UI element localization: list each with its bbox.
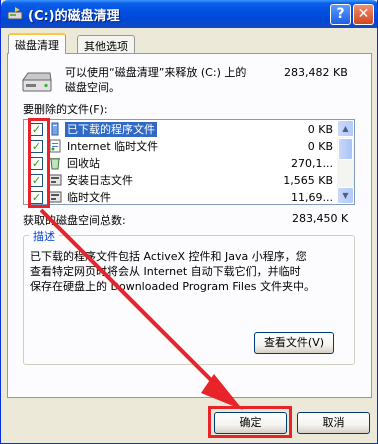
disk-cleanup-icon [7,7,23,20]
list-item[interactable]: ✓ 已下载的程序文件 0 KB [24,121,337,138]
item-size: 270,1... [291,157,333,170]
list-item[interactable]: ✓ 回收站 270,1... [24,155,337,172]
recycle-bin-icon [50,158,60,170]
scroll-thumb[interactable] [338,138,353,160]
window-title: (C:)的磁盘清理 [28,9,120,24]
setup-log-icon [48,174,62,186]
description-title: 描述 [29,228,59,244]
view-files-button[interactable]: 查看文件(V) [254,332,334,354]
folder-icon [51,122,59,136]
item-size: 0 KB [307,140,333,153]
disk-cleanup-window: (C:)的磁盘清理 ? ✕ 磁盘清理 其他选项 可以使用“磁盘清理”来释放 (C… [0,0,378,444]
item-size: 11,69... [291,191,333,204]
scroll-down-button[interactable]: ▼ [337,187,354,204]
help-button[interactable]: ? [330,4,351,25]
intro-line-2: 磁盘空间。 [65,81,120,94]
description-line: 查看特定网页时将会从 Internet 自动下载它们，并临时 [30,265,301,278]
tab-more-options[interactable]: 其他选项 [77,35,135,53]
checkbox-highlight-box [28,118,50,208]
temp-file-icon [48,191,62,203]
scroll-up-button[interactable]: ▲ [337,120,354,137]
item-name: 回收站 [67,157,100,170]
document-icon [49,139,61,153]
description-line: 保存在硬盘上的 Downloaded Program Files 文件夹中。 [30,280,315,293]
item-name: 已下载的程序文件 [65,122,157,137]
item-name: 临时文件 [67,191,111,204]
list-item[interactable]: ✓ 临时文件 11,69... [24,189,337,204]
list-item[interactable]: ✓ Internet 临时文件 0 KB [24,138,337,155]
description-line: 已下载的程序文件包括 ActiveX 控件和 Java 小程序，您 [30,250,307,263]
item-size: 0 KB [307,123,333,136]
cancel-button[interactable]: 取消 [297,412,370,434]
list-item[interactable]: ✓ 安装日志文件 1,565 KB [24,172,337,189]
reclaimable-size: 283,482 KB [284,66,348,79]
total-space-label: 获取的磁盘空间总数: [23,214,126,227]
close-icon: ✕ [357,6,370,22]
intro-text: 可以使用“磁盘清理”来释放 (C:) 上的 283,482 KB 磁盘空间。 [65,65,355,95]
item-name: 安装日志文件 [67,174,133,187]
vertical-scrollbar[interactable]: ▲ ▼ [337,120,354,204]
hard-drive-icon [22,72,52,92]
title-bar[interactable]: (C:)的磁盘清理 ? ✕ [1,0,377,28]
files-to-delete-label: 要删除的文件(F): [23,103,108,116]
total-space-value: 283,450 K [292,212,349,225]
tab-disk-cleanup[interactable]: 磁盘清理 [8,33,66,54]
close-button[interactable]: ✕ [353,4,374,25]
description-text: 已下载的程序文件包括 ActiveX 控件和 Java 小程序，您 查看特定网页… [30,249,350,294]
files-list[interactable]: ✓ 已下载的程序文件 0 KB ✓ Internet 临时文件 0 KB ✓ 回… [23,119,355,205]
ok-highlight-box [208,406,292,438]
item-size: 1,565 KB [283,174,333,187]
item-name: Internet 临时文件 [67,140,159,153]
